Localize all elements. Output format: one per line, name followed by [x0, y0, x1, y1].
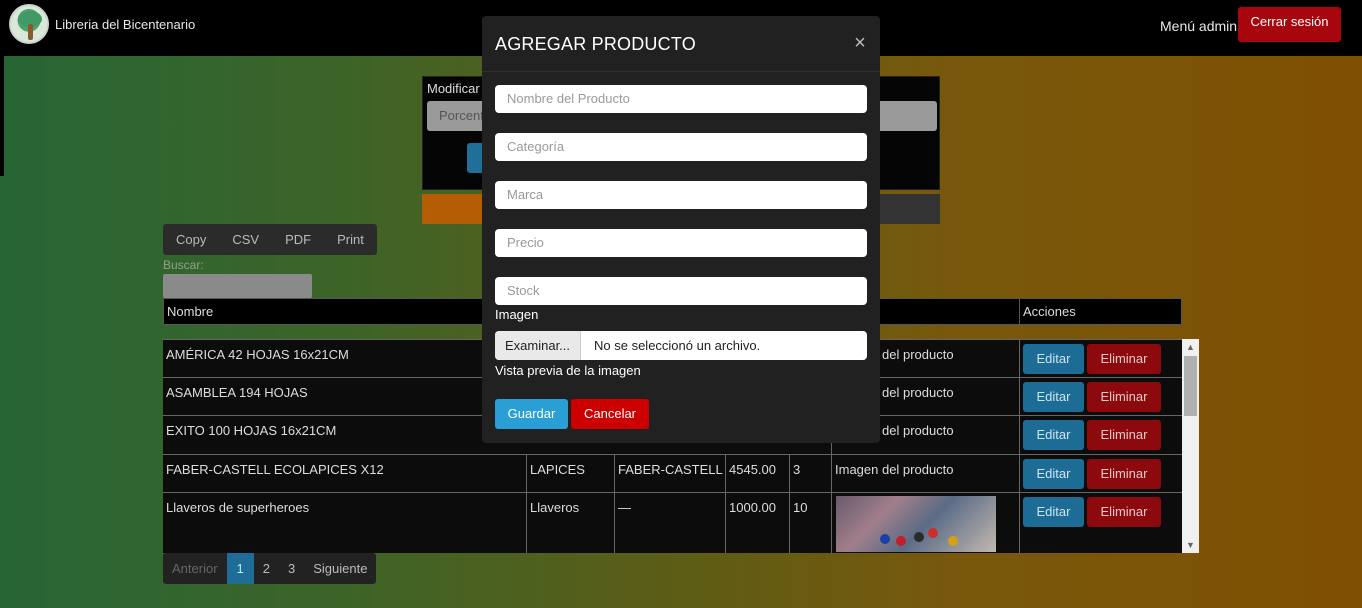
delete-button[interactable]: Eliminar — [1087, 382, 1161, 412]
table-row: Llaveros de superheroes Llaveros — 1000.… — [163, 492, 1182, 553]
pagination-previous[interactable]: Anterior — [163, 553, 227, 584]
image-label: Imagen — [495, 307, 539, 322]
add-product-button[interactable] — [422, 194, 484, 224]
modal-title: AGREGAR PRODUCTO — [495, 34, 696, 54]
category-input[interactable] — [495, 133, 867, 161]
logout-button[interactable]: Cerrar sesión — [1238, 7, 1341, 42]
scroll-thumb[interactable] — [1184, 356, 1197, 416]
delete-button[interactable]: Eliminar — [1087, 459, 1161, 489]
pagination: Anterior 1 2 3 Siguiente — [163, 553, 377, 584]
scroll-up-arrow-icon[interactable]: ▲ — [1182, 339, 1199, 355]
image-preview-label: Vista previa de la imagen — [495, 363, 641, 378]
price-input[interactable] — [495, 229, 867, 257]
edit-button[interactable]: Editar — [1023, 420, 1084, 450]
modal-divider — [482, 71, 880, 72]
export-button-group: Copy CSV PDF Print — [163, 224, 377, 255]
close-icon[interactable]: × — [850, 32, 870, 54]
cell-stock: 3 — [789, 455, 831, 492]
table-row: FABER-CASTELL ECOLAPICES X12 LAPICES FAB… — [163, 454, 1182, 492]
delete-button[interactable]: Eliminar — [1087, 420, 1161, 450]
edit-button[interactable]: Editar — [1023, 382, 1084, 412]
product-name-input[interactable] — [495, 85, 867, 113]
tree-logo-icon[interactable] — [9, 4, 49, 44]
add-product-modal: AGREGAR PRODUCTO × Imagen Examinar... No… — [482, 16, 880, 443]
left-edge-strip — [0, 56, 4, 176]
cell-category: LAPICES — [526, 455, 614, 492]
cell-price: 4545.00 — [725, 455, 789, 492]
cell-brand: FABER-CASTELL — [614, 455, 725, 492]
admin-menu-link[interactable]: Menú admin — [1160, 18, 1237, 34]
column-header-name[interactable]: Nombre — [164, 299, 527, 324]
pagination-next[interactable]: Siguiente — [304, 553, 376, 584]
pdf-button[interactable]: PDF — [272, 224, 324, 255]
cell-name: FABER-CASTELL ECOLAPICES X12 — [166, 462, 384, 477]
pagination-page-2[interactable]: 2 — [254, 553, 279, 584]
file-status-text: No se seleccionó un archivo. — [594, 338, 761, 353]
cell-image — [831, 493, 1019, 553]
table-scrollbar[interactable]: ▲ ▼ — [1182, 339, 1199, 553]
cell-name: Llaveros de superheroes — [166, 500, 310, 515]
edit-button[interactable]: Editar — [1023, 344, 1084, 374]
cell-stock: 10 — [789, 493, 831, 553]
csv-button[interactable]: CSV — [219, 224, 272, 255]
browse-button[interactable]: Examinar... — [495, 331, 581, 360]
delete-button[interactable]: Eliminar — [1087, 344, 1161, 374]
cell-image: Imagen del producto — [831, 455, 1019, 492]
cell-name: EXITO 100 HOJAS 16x21CM — [166, 423, 337, 438]
edit-button[interactable]: Editar — [1023, 497, 1084, 527]
cell-brand: — — [614, 493, 725, 553]
brand-name[interactable]: Libreria del Bicentenario — [55, 17, 195, 32]
search-input[interactable] — [163, 274, 312, 298]
pagination-page-1[interactable]: 1 — [226, 553, 254, 584]
save-button[interactable]: Guardar — [495, 399, 568, 429]
image-file-input[interactable]: Examinar... No se seleccionó un archivo. — [495, 331, 867, 360]
print-button[interactable]: Print — [324, 224, 377, 255]
edit-button[interactable]: Editar — [1023, 459, 1084, 489]
search-label: Buscar: — [163, 258, 204, 272]
cancel-button[interactable]: Cancelar — [571, 399, 649, 429]
scroll-down-arrow-icon[interactable]: ▼ — [1182, 537, 1199, 553]
modify-card-title: Modificar — [427, 81, 480, 96]
brand-input[interactable] — [495, 181, 867, 209]
copy-button[interactable]: Copy — [163, 224, 219, 255]
stock-input[interactable] — [495, 277, 867, 305]
cell-price: 1000.00 — [725, 493, 789, 553]
column-header-actions[interactable]: Acciones — [1019, 299, 1181, 324]
cell-category: Llaveros — [526, 493, 614, 553]
cell-name: ASAMBLEA 194 HOJAS — [166, 385, 308, 400]
product-thumbnail-image — [836, 496, 996, 552]
cell-name: AMÉRICA 42 HOJAS 16x21CM — [166, 347, 349, 362]
delete-button[interactable]: Eliminar — [1087, 497, 1161, 527]
pagination-page-3[interactable]: 3 — [279, 553, 304, 584]
